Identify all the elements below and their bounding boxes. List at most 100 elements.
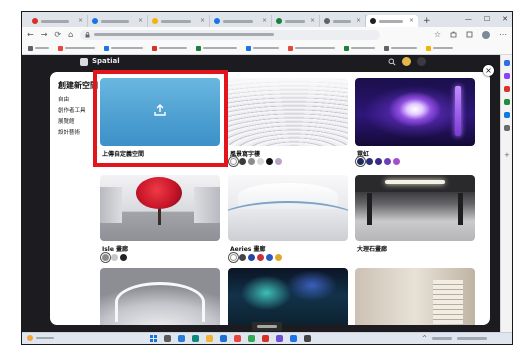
browser-tab[interactable]: ×: [210, 15, 272, 27]
category-item[interactable]: 自由: [58, 95, 86, 106]
bookmark-item[interactable]: [152, 45, 187, 51]
close-window-button[interactable]: ✕: [502, 13, 508, 25]
space-thumbnail-aurora[interactable]: [228, 268, 348, 325]
color-swatch[interactable]: [257, 158, 264, 165]
tray-expand-icon[interactable]: ^: [422, 335, 427, 342]
tab-close-icon[interactable]: ×: [200, 18, 205, 24]
tab-close-icon[interactable]: ×: [78, 18, 83, 24]
spatial-logo-icon[interactable]: [80, 58, 88, 66]
bookmark-item[interactable]: [384, 45, 417, 51]
taskbar-app-icon[interactable]: [178, 335, 185, 342]
bookmark-item[interactable]: [344, 45, 375, 51]
browser-tab-active[interactable]: ×: [366, 15, 418, 27]
tab-close-icon[interactable]: ×: [262, 18, 267, 24]
browser-tab[interactable]: ×: [320, 15, 366, 27]
color-swatch[interactable]: [266, 158, 273, 165]
new-tab-button[interactable]: +: [423, 15, 431, 27]
taskbar-app-icon[interactable]: [276, 335, 283, 342]
home-button[interactable]: ⌂: [68, 30, 73, 39]
space-thumbnail-marble-gallery[interactable]: [355, 175, 475, 241]
sidebar-shopping-icon[interactable]: [504, 86, 510, 92]
forward-button[interactable]: →: [41, 30, 48, 39]
space-thumbnail-white-hall[interactable]: [100, 268, 220, 325]
color-swatch[interactable]: [266, 254, 273, 261]
color-swatch[interactable]: [248, 254, 255, 261]
refresh-button[interactable]: ⟳: [54, 30, 61, 39]
taskbar-app-icon[interactable]: [234, 335, 241, 342]
color-swatch[interactable]: [393, 158, 400, 165]
search-icon[interactable]: [388, 58, 396, 66]
bookmark-item[interactable]: [58, 45, 95, 51]
browser-tab[interactable]: ×: [88, 15, 148, 27]
modal-close-button[interactable]: ×: [483, 65, 494, 76]
taskbar-app-icon[interactable]: [220, 335, 227, 342]
browser-tab[interactable]: ×: [272, 15, 320, 27]
color-swatch[interactable]: [239, 158, 246, 165]
color-swatch[interactable]: [366, 158, 373, 165]
color-swatch[interactable]: [111, 254, 118, 261]
browser-tab[interactable]: ×: [28, 15, 88, 27]
taskbar-app-icon[interactable]: [192, 335, 199, 342]
color-swatch[interactable]: [102, 254, 109, 261]
space-thumbnail-isle-gallery[interactable]: [100, 175, 220, 241]
spatial-brand[interactable]: Spatial: [92, 57, 120, 65]
taskbar-app-icon[interactable]: [248, 335, 255, 342]
tray-icons-illegible[interactable]: [432, 337, 453, 340]
favorite-button[interactable]: ☆: [434, 30, 441, 39]
bookmark-item[interactable]: [104, 45, 143, 51]
color-swatch[interactable]: [375, 158, 382, 165]
maximize-button[interactable]: ☐: [484, 13, 490, 25]
bookmark-item[interactable]: [288, 45, 335, 51]
space-thumbnail-amphitheater[interactable]: [228, 78, 348, 146]
color-swatch[interactable]: [230, 254, 237, 261]
category-item[interactable]: 設計藝術: [58, 128, 86, 139]
color-swatch[interactable]: [275, 254, 282, 261]
space-thumbnail-beige-room[interactable]: [355, 268, 475, 325]
clock-illegible[interactable]: [457, 337, 488, 340]
profile-avatar[interactable]: [482, 30, 490, 39]
sidebar-outlook-icon[interactable]: [504, 112, 510, 118]
tab-close-icon[interactable]: ×: [356, 18, 361, 24]
color-swatch[interactable]: [239, 254, 246, 261]
taskbar-app-icon[interactable]: [164, 335, 171, 342]
minimize-button[interactable]: —: [465, 13, 472, 25]
taskbar-app-icon[interactable]: [262, 335, 269, 342]
bookmark-item[interactable]: [246, 45, 279, 51]
category-item[interactable]: 創作者工具: [58, 106, 86, 117]
tab-close-icon[interactable]: ×: [409, 18, 414, 24]
weather-widget[interactable]: [27, 335, 54, 341]
sidebar-copilot-icon[interactable]: [504, 73, 510, 79]
bookmark-label-illegible: [351, 46, 375, 50]
tab-close-icon[interactable]: ×: [138, 18, 143, 24]
sidebar-apps-icon[interactable]: [504, 125, 510, 131]
color-swatch[interactable]: [275, 158, 282, 165]
color-swatch[interactable]: [384, 158, 391, 165]
notifications-icon[interactable]: [417, 57, 426, 66]
sidebar-add-button[interactable]: +: [504, 152, 510, 159]
category-item[interactable]: 展覽館: [58, 117, 86, 128]
space-thumbnail-aeries-gallery[interactable]: [228, 175, 348, 241]
bookmark-item[interactable]: [28, 45, 49, 51]
windows-start-icon[interactable]: [150, 335, 157, 342]
user-avatar[interactable]: [402, 57, 411, 66]
bookmark-item[interactable]: [426, 45, 453, 51]
extensions-icon[interactable]: [450, 31, 457, 38]
more-menu-button[interactable]: ⋯: [499, 30, 507, 39]
taskbar-app-icon[interactable]: [304, 335, 311, 342]
url-bar[interactable]: [80, 29, 381, 40]
sidebar-search-icon[interactable]: [504, 60, 510, 66]
color-swatch[interactable]: [230, 158, 237, 165]
taskbar-app-icon[interactable]: [290, 335, 297, 342]
browser-tab[interactable]: ×: [148, 15, 210, 27]
sidebar-tools-icon[interactable]: [504, 99, 510, 105]
color-swatch[interactable]: [120, 254, 127, 261]
bookmark-item[interactable]: [196, 45, 237, 51]
color-swatch[interactable]: [257, 254, 264, 261]
tab-close-icon[interactable]: ×: [310, 18, 315, 24]
color-swatch[interactable]: [248, 158, 255, 165]
collections-icon[interactable]: [466, 31, 473, 38]
color-swatch[interactable]: [357, 158, 364, 165]
back-button[interactable]: ←: [27, 30, 34, 39]
space-thumbnail-neon[interactable]: [355, 78, 475, 146]
taskbar-app-icon[interactable]: [206, 335, 213, 342]
